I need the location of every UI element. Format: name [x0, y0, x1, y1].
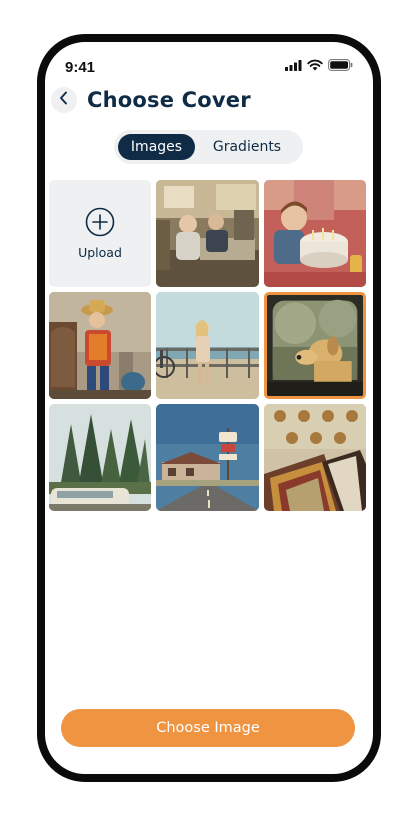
upload-label: Upload: [78, 245, 122, 260]
tab-images[interactable]: Images: [118, 134, 195, 160]
cover-type-tabs: Images Gradients: [114, 130, 303, 164]
phone-frame: 9:41 Choose Cover Images Gradients Uploa…: [37, 34, 381, 782]
status-bar: 9:41: [65, 56, 353, 78]
status-icons: [285, 58, 353, 76]
image-rv-interior-kids[interactable]: [156, 180, 259, 287]
image-pine-trees-van[interactable]: [49, 404, 151, 511]
screen: 9:41 Choose Cover Images Gradients Uploa…: [45, 42, 373, 774]
image-dog-car-window[interactable]: [264, 292, 366, 399]
image-girl-boardwalk[interactable]: [156, 292, 259, 399]
image-route-66-motel-sign[interactable]: [156, 404, 259, 511]
choose-image-button[interactable]: Choose Image: [61, 709, 355, 747]
image-grid: Upload: [49, 180, 366, 511]
back-button[interactable]: [51, 87, 77, 113]
battery-icon: [328, 58, 353, 76]
image-boy-cowboy-costume[interactable]: [49, 292, 151, 399]
plus-circle-icon: [85, 207, 115, 237]
image-vinyl-records[interactable]: [264, 404, 366, 511]
upload-tile[interactable]: Upload: [49, 180, 151, 287]
cellular-signal-icon: [285, 58, 302, 76]
status-time: 9:41: [65, 58, 96, 76]
header: Choose Cover: [51, 84, 251, 116]
page-title: Choose Cover: [87, 88, 251, 112]
chevron-left-icon: [58, 91, 70, 110]
tab-gradients[interactable]: Gradients: [195, 134, 299, 160]
wifi-icon: [307, 58, 323, 76]
image-boy-birthday-cake[interactable]: [264, 180, 366, 287]
